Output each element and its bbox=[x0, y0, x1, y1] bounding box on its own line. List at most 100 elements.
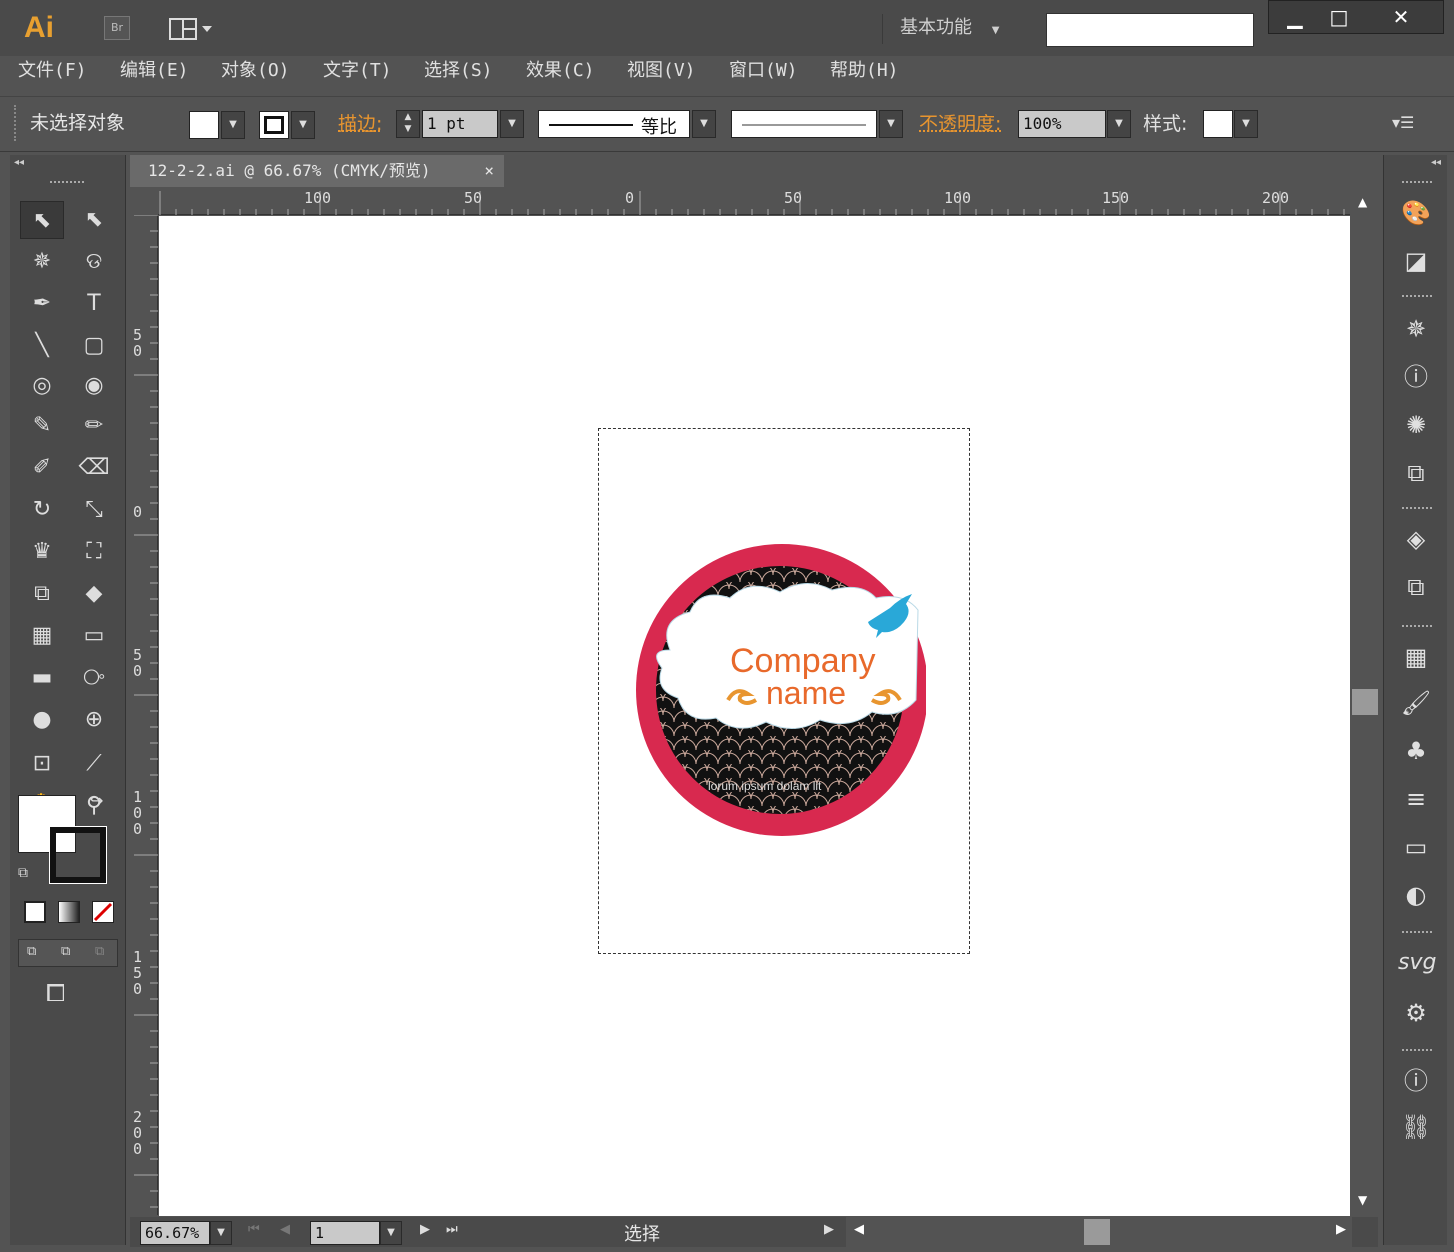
svg-interactivity-icon[interactable]: svg bbox=[1398, 945, 1436, 981]
scroll-down-icon[interactable]: ▼ bbox=[1358, 1193, 1367, 1207]
brush-definition[interactable] bbox=[731, 110, 877, 138]
column-graph-tool-icon[interactable]: ⊕ bbox=[72, 701, 116, 739]
menu-view[interactable]: 视图(V) bbox=[627, 56, 696, 86]
ruler-origin[interactable] bbox=[130, 187, 158, 215]
polar-grid-tool-icon[interactable]: ◎ bbox=[20, 367, 64, 405]
scale-tool-icon[interactable]: ⤡ bbox=[72, 491, 116, 529]
variable-width-profile[interactable]: 等比 bbox=[538, 110, 690, 138]
scroll-up-icon[interactable]: ▲ bbox=[1358, 195, 1367, 209]
menu-window[interactable]: 窗口(W) bbox=[729, 56, 798, 86]
shape-builder-tool-icon[interactable]: ⧉ bbox=[20, 575, 64, 613]
pen-tool-icon[interactable]: ✒ bbox=[20, 285, 64, 323]
panel-grip[interactable] bbox=[1402, 625, 1432, 629]
vertical-ruler[interactable]: 50 0 50 100 150 200 bbox=[130, 215, 158, 1215]
stroke-dropdown[interactable]: ▼ bbox=[291, 111, 315, 139]
menu-file[interactable]: 文件(F) bbox=[18, 56, 87, 86]
symbol-sprayer-tool-icon[interactable]: ● bbox=[20, 701, 64, 739]
swatches-icon[interactable]: ▦ bbox=[1398, 639, 1434, 675]
type-tool-icon[interactable]: T bbox=[72, 285, 116, 323]
next-artboard-icon[interactable]: ▶ bbox=[420, 1222, 430, 1237]
navigator-icon[interactable]: ✵ bbox=[1398, 311, 1434, 347]
links-icon[interactable]: ⛓ bbox=[1398, 1109, 1434, 1145]
appearance-icon[interactable]: ✺ bbox=[1398, 407, 1434, 443]
panel-grip[interactable] bbox=[1402, 507, 1432, 511]
current-tool-status[interactable]: 选择 bbox=[624, 1220, 660, 1246]
vertical-scrollbar[interactable]: ▲ ▼ bbox=[1352, 187, 1378, 1216]
panel-grip[interactable] bbox=[50, 181, 84, 183]
stroke-weight-input[interactable]: 1 pt bbox=[422, 110, 498, 138]
gradient-mode-icon[interactable] bbox=[58, 901, 80, 923]
close-tab-icon[interactable]: × bbox=[484, 155, 494, 187]
style-dropdown[interactable]: ▼ bbox=[1234, 110, 1258, 138]
profile-dropdown[interactable]: ▼ bbox=[692, 110, 716, 138]
artboards-icon[interactable]: ⧉ bbox=[1398, 569, 1434, 605]
first-artboard-icon[interactable]: ⏮ bbox=[248, 1222, 260, 1237]
eraser-tool-icon[interactable]: ⌫ bbox=[72, 449, 116, 487]
opacity-label[interactable]: 不透明度: bbox=[919, 109, 1001, 136]
hscroll-thumb[interactable] bbox=[1084, 1219, 1110, 1245]
perspective-grid-tool-icon[interactable]: ◆ bbox=[72, 575, 116, 613]
mesh-tool-icon[interactable]: ▦ bbox=[20, 617, 64, 655]
warp-tool-icon[interactable]: ♛ bbox=[20, 533, 64, 571]
bridge-button[interactable]: Br bbox=[104, 16, 130, 40]
slice-tool-icon[interactable]: ⟋ bbox=[72, 745, 116, 783]
document-tab[interactable]: 12-2-2.ai @ 66.67% (CMYK/预览) × bbox=[130, 155, 504, 187]
swap-colors-icon[interactable]: ↪ bbox=[90, 791, 103, 810]
fill-dropdown[interactable]: ▼ bbox=[221, 111, 245, 139]
pencil-tool-icon[interactable]: ✏ bbox=[72, 407, 116, 445]
style-swatch[interactable] bbox=[1203, 110, 1233, 138]
last-artboard-icon[interactable]: ⏭ bbox=[446, 1222, 458, 1237]
panel-grip[interactable] bbox=[1402, 1049, 1432, 1053]
measure-tool-icon[interactable]: ▬ bbox=[20, 659, 64, 697]
gradient-tool-icon[interactable]: ▭ bbox=[72, 617, 116, 655]
layers-icon[interactable]: ◈ bbox=[1398, 521, 1434, 557]
magic-wand-tool-icon[interactable]: ✵ bbox=[20, 243, 64, 281]
brush-dropdown[interactable]: ▼ bbox=[879, 110, 903, 138]
arrange-documents-button[interactable] bbox=[168, 14, 216, 44]
rotate-tool-icon[interactable]: ↻ bbox=[20, 491, 64, 529]
lasso-tool-icon[interactable]: ଡ bbox=[72, 243, 116, 281]
artboard-dropdown[interactable]: ▼ bbox=[380, 1221, 402, 1245]
line-tool-icon[interactable]: ╲ bbox=[20, 327, 64, 365]
panel-grip[interactable] bbox=[1402, 931, 1432, 935]
company-logo-artwork[interactable]: Company name lorum ipsum dolam lit bbox=[630, 540, 940, 845]
opacity-dropdown[interactable]: ▼ bbox=[1107, 110, 1131, 138]
maximize-button[interactable]: □ bbox=[1317, 1, 1361, 33]
gradient-panel-icon[interactable]: ▭ bbox=[1398, 829, 1434, 865]
brushes-icon[interactable]: 🖌 bbox=[1398, 685, 1434, 721]
panel-grip[interactable] bbox=[1402, 295, 1432, 299]
color-guide-icon[interactable]: ◪ bbox=[1398, 243, 1434, 279]
horizontal-ruler[interactable]: 100 50 0 50 100 150 200 bbox=[158, 187, 1350, 215]
default-colors-icon[interactable]: ⧉ bbox=[18, 865, 28, 881]
scroll-thumb[interactable] bbox=[1352, 689, 1378, 715]
flare-tool-icon[interactable]: ◉ bbox=[72, 367, 116, 405]
scroll-left-icon[interactable]: ◀ bbox=[854, 1222, 864, 1237]
actions-icon[interactable]: ⚙ bbox=[1398, 995, 1434, 1031]
menu-help[interactable]: 帮助(H) bbox=[830, 56, 899, 86]
stroke-panel-icon[interactable]: ≡ bbox=[1398, 781, 1434, 817]
status-menu-icon[interactable]: ▶ bbox=[824, 1222, 834, 1237]
free-transform-tool-icon[interactable]: ⛶ bbox=[72, 533, 116, 571]
workspace-switcher[interactable]: 基本功能 ▼ bbox=[900, 14, 999, 42]
panel-grip[interactable] bbox=[14, 105, 18, 141]
collapse-panel-icon[interactable]: ◂◂ bbox=[14, 157, 24, 168]
menu-effect[interactable]: 效果(C) bbox=[526, 56, 595, 86]
stroke-color-swatch[interactable] bbox=[49, 826, 107, 884]
blob-brush-tool-icon[interactable]: ✐ bbox=[20, 449, 64, 487]
menu-edit[interactable]: 编辑(E) bbox=[120, 56, 189, 86]
none-mode-icon[interactable] bbox=[92, 901, 114, 923]
color-mode-icon[interactable] bbox=[24, 901, 46, 923]
panel-menu-icon[interactable]: ▾☰ bbox=[1392, 113, 1414, 132]
artboard-number-input[interactable]: 1 bbox=[310, 1221, 380, 1245]
selection-tool-icon[interactable]: ⬉ bbox=[20, 201, 64, 239]
expand-panels-icon[interactable]: ◂◂ bbox=[1431, 157, 1441, 168]
stroke-weight-dropdown[interactable]: ▼ bbox=[500, 110, 524, 138]
zoom-input[interactable]: 66.67% bbox=[140, 1221, 210, 1245]
rectangle-tool-icon[interactable]: ▢ bbox=[72, 327, 116, 365]
minimize-button[interactable]: ▁ bbox=[1273, 1, 1317, 33]
close-button[interactable]: ✕ bbox=[1379, 1, 1423, 33]
color-panel-icon[interactable]: 🎨 bbox=[1398, 195, 1434, 231]
paintbrush-tool-icon[interactable]: ✎ bbox=[20, 407, 64, 445]
fill-swatch[interactable] bbox=[189, 111, 219, 139]
screen-mode-icon[interactable]: ⧠ bbox=[46, 979, 65, 1007]
